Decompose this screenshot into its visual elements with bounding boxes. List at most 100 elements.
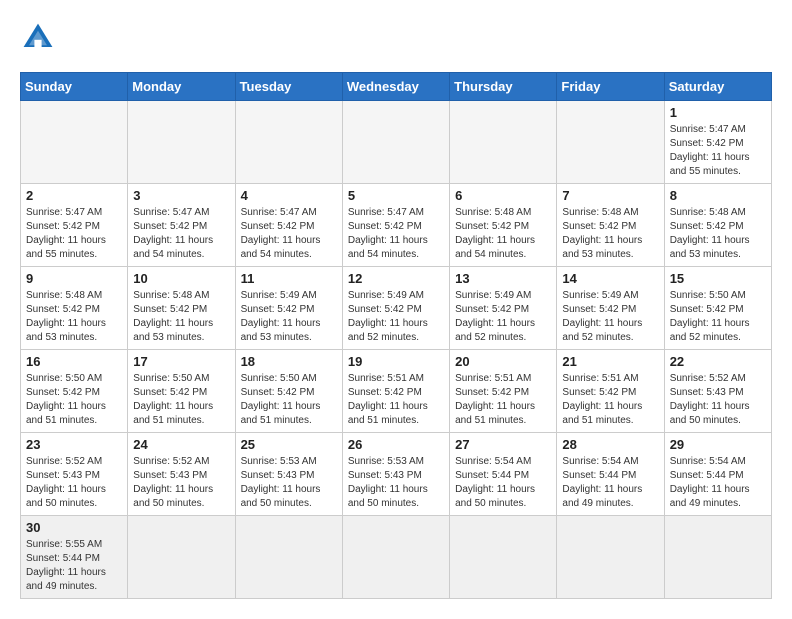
day-info: Sunrise: 5:50 AM Sunset: 5:42 PM Dayligh… xyxy=(26,372,122,428)
day-info: Sunrise: 5:47 AM Sunset: 5:42 PM Dayligh… xyxy=(670,123,766,179)
day-number: 5 xyxy=(348,188,444,203)
calendar-cell: 26Sunrise: 5:53 AM Sunset: 5:43 PM Dayli… xyxy=(342,433,449,516)
day-number: 25 xyxy=(241,437,337,452)
day-number: 16 xyxy=(26,354,122,369)
day-number: 13 xyxy=(455,271,551,286)
calendar-cell: 1 Sunrise: 5:47 AM Sunset: 5:42 PM Daylig… xyxy=(664,101,771,184)
calendar-cell: 9 Sunrise: 5:48 AM Sunset: 5:42 PM Daylig… xyxy=(21,267,128,350)
calendar-cell: 25 Sunrise: 5:53 AM Sunset: 5:43 PM Dayli… xyxy=(235,433,342,516)
logo xyxy=(20,20,62,56)
day-info: Sunrise: 5:50 AM Sunset: 5:42 PM Dayligh… xyxy=(670,289,766,345)
calendar-row-2: 9 Sunrise: 5:48 AM Sunset: 5:42 PM Daylig… xyxy=(21,267,772,350)
weekday-header-saturday: Saturday xyxy=(664,73,771,101)
calendar-cell xyxy=(21,101,128,184)
day-info: Sunrise: 5:51 AM Sunset: 5:42 PM Dayligh… xyxy=(348,372,444,428)
day-info: Sunrise: 5:49 AM Sunset: 5:42 PM Dayligh… xyxy=(241,289,337,345)
weekday-header-row: SundayMondayTuesdayWednesdayThursdayFrid… xyxy=(21,73,772,101)
calendar-cell: 13 Sunrise: 5:49 AM Sunset: 5:42 PM Dayli… xyxy=(450,267,557,350)
day-info: Sunrise: 5:47 AM Sunset: 5:42 PM Dayligh… xyxy=(241,206,337,262)
calendar-row-0: 1 Sunrise: 5:47 AM Sunset: 5:42 PM Daylig… xyxy=(21,101,772,184)
day-info: Sunrise: 5:49 AM Sunset: 5:42 PM Dayligh… xyxy=(455,289,551,345)
calendar-cell: 6 Sunrise: 5:48 AM Sunset: 5:42 PM Daylig… xyxy=(450,184,557,267)
day-number: 3 xyxy=(133,188,229,203)
logo-icon xyxy=(20,20,56,56)
day-info: Sunrise: 5:54 AM Sunset: 5:44 PM Dayligh… xyxy=(670,455,766,511)
calendar-cell: 2 Sunrise: 5:47 AM Sunset: 5:42 PM Daylig… xyxy=(21,184,128,267)
day-number: 8 xyxy=(670,188,766,203)
day-info: Sunrise: 5:55 AM Sunset: 5:44 PM Dayligh… xyxy=(26,538,122,594)
calendar-cell: 21Sunrise: 5:51 AM Sunset: 5:42 PM Dayli… xyxy=(557,350,664,433)
calendar-cell: 28Sunrise: 5:54 AM Sunset: 5:44 PM Dayli… xyxy=(557,433,664,516)
calendar-row-3: 16 Sunrise: 5:50 AM Sunset: 5:42 PM Dayli… xyxy=(21,350,772,433)
calendar-cell: 3Sunrise: 5:47 AM Sunset: 5:42 PM Daylig… xyxy=(128,184,235,267)
calendar-cell xyxy=(128,516,235,599)
calendar-cell xyxy=(557,516,664,599)
day-info: Sunrise: 5:49 AM Sunset: 5:42 PM Dayligh… xyxy=(562,289,658,345)
weekday-header-monday: Monday xyxy=(128,73,235,101)
day-number: 4 xyxy=(241,188,337,203)
calendar-cell: 16 Sunrise: 5:50 AM Sunset: 5:42 PM Dayli… xyxy=(21,350,128,433)
calendar-cell: 27 Sunrise: 5:54 AM Sunset: 5:44 PM Dayli… xyxy=(450,433,557,516)
day-number: 1 xyxy=(670,105,766,120)
day-info: Sunrise: 5:52 AM Sunset: 5:43 PM Dayligh… xyxy=(26,455,122,511)
day-number: 18 xyxy=(241,354,337,369)
day-info: Sunrise: 5:47 AM Sunset: 5:42 PM Dayligh… xyxy=(26,206,122,262)
calendar-cell: 14 Sunrise: 5:49 AM Sunset: 5:42 PM Dayli… xyxy=(557,267,664,350)
day-number: 15 xyxy=(670,271,766,286)
day-number: 23 xyxy=(26,437,122,452)
day-info: Sunrise: 5:49 AM Sunset: 5:42 PM Dayligh… xyxy=(348,289,444,345)
page-header xyxy=(20,20,772,56)
day-number: 12 xyxy=(348,271,444,286)
day-number: 30 xyxy=(26,520,122,535)
day-info: Sunrise: 5:48 AM Sunset: 5:42 PM Dayligh… xyxy=(562,206,658,262)
calendar-cell xyxy=(557,101,664,184)
day-number: 20 xyxy=(455,354,551,369)
calendar-row-4: 23 Sunrise: 5:52 AM Sunset: 5:43 PM Dayli… xyxy=(21,433,772,516)
calendar-cell xyxy=(450,516,557,599)
day-number: 24 xyxy=(133,437,229,452)
day-number: 26 xyxy=(348,437,444,452)
weekday-header-tuesday: Tuesday xyxy=(235,73,342,101)
day-info: Sunrise: 5:53 AM Sunset: 5:43 PM Dayligh… xyxy=(241,455,337,511)
calendar-cell: 24 Sunrise: 5:52 AM Sunset: 5:43 PM Dayli… xyxy=(128,433,235,516)
day-number: 14 xyxy=(562,271,658,286)
calendar-cell: 17Sunrise: 5:50 AM Sunset: 5:42 PM Dayli… xyxy=(128,350,235,433)
calendar-cell: 23 Sunrise: 5:52 AM Sunset: 5:43 PM Dayli… xyxy=(21,433,128,516)
day-info: Sunrise: 5:54 AM Sunset: 5:44 PM Dayligh… xyxy=(455,455,551,511)
calendar-cell xyxy=(450,101,557,184)
day-info: Sunrise: 5:48 AM Sunset: 5:42 PM Dayligh… xyxy=(133,289,229,345)
day-info: Sunrise: 5:52 AM Sunset: 5:43 PM Dayligh… xyxy=(133,455,229,511)
day-info: Sunrise: 5:52 AM Sunset: 5:43 PM Dayligh… xyxy=(670,372,766,428)
day-number: 10 xyxy=(133,271,229,286)
day-number: 27 xyxy=(455,437,551,452)
day-number: 9 xyxy=(26,271,122,286)
day-number: 21 xyxy=(562,354,658,369)
day-number: 17 xyxy=(133,354,229,369)
calendar-cell xyxy=(128,101,235,184)
weekday-header-wednesday: Wednesday xyxy=(342,73,449,101)
calendar-cell xyxy=(664,516,771,599)
calendar-row-1: 2 Sunrise: 5:47 AM Sunset: 5:42 PM Daylig… xyxy=(21,184,772,267)
calendar-cell: 15 Sunrise: 5:50 AM Sunset: 5:42 PM Dayli… xyxy=(664,267,771,350)
day-number: 22 xyxy=(670,354,766,369)
calendar-cell: 10 Sunrise: 5:48 AM Sunset: 5:42 PM Dayli… xyxy=(128,267,235,350)
day-number: 2 xyxy=(26,188,122,203)
day-number: 6 xyxy=(455,188,551,203)
calendar-cell: 19Sunrise: 5:51 AM Sunset: 5:42 PM Dayli… xyxy=(342,350,449,433)
day-info: Sunrise: 5:48 AM Sunset: 5:42 PM Dayligh… xyxy=(26,289,122,345)
calendar-cell xyxy=(235,516,342,599)
calendar-cell xyxy=(342,101,449,184)
calendar-cell: 18Sunrise: 5:50 AM Sunset: 5:42 PM Dayli… xyxy=(235,350,342,433)
calendar-cell: 12 Sunrise: 5:49 AM Sunset: 5:42 PM Dayli… xyxy=(342,267,449,350)
calendar-cell xyxy=(235,101,342,184)
calendar-table: SundayMondayTuesdayWednesdayThursdayFrid… xyxy=(20,72,772,599)
calendar-cell: 29Sunrise: 5:54 AM Sunset: 5:44 PM Dayli… xyxy=(664,433,771,516)
calendar-cell: 4 Sunrise: 5:47 AM Sunset: 5:42 PM Daylig… xyxy=(235,184,342,267)
weekday-header-thursday: Thursday xyxy=(450,73,557,101)
calendar-cell: 8Sunrise: 5:48 AM Sunset: 5:42 PM Daylig… xyxy=(664,184,771,267)
calendar-cell: 5Sunrise: 5:47 AM Sunset: 5:42 PM Daylig… xyxy=(342,184,449,267)
calendar-cell: 30 Sunrise: 5:55 AM Sunset: 5:44 PM Dayli… xyxy=(21,516,128,599)
day-info: Sunrise: 5:48 AM Sunset: 5:42 PM Dayligh… xyxy=(455,206,551,262)
day-number: 7 xyxy=(562,188,658,203)
day-number: 28 xyxy=(562,437,658,452)
